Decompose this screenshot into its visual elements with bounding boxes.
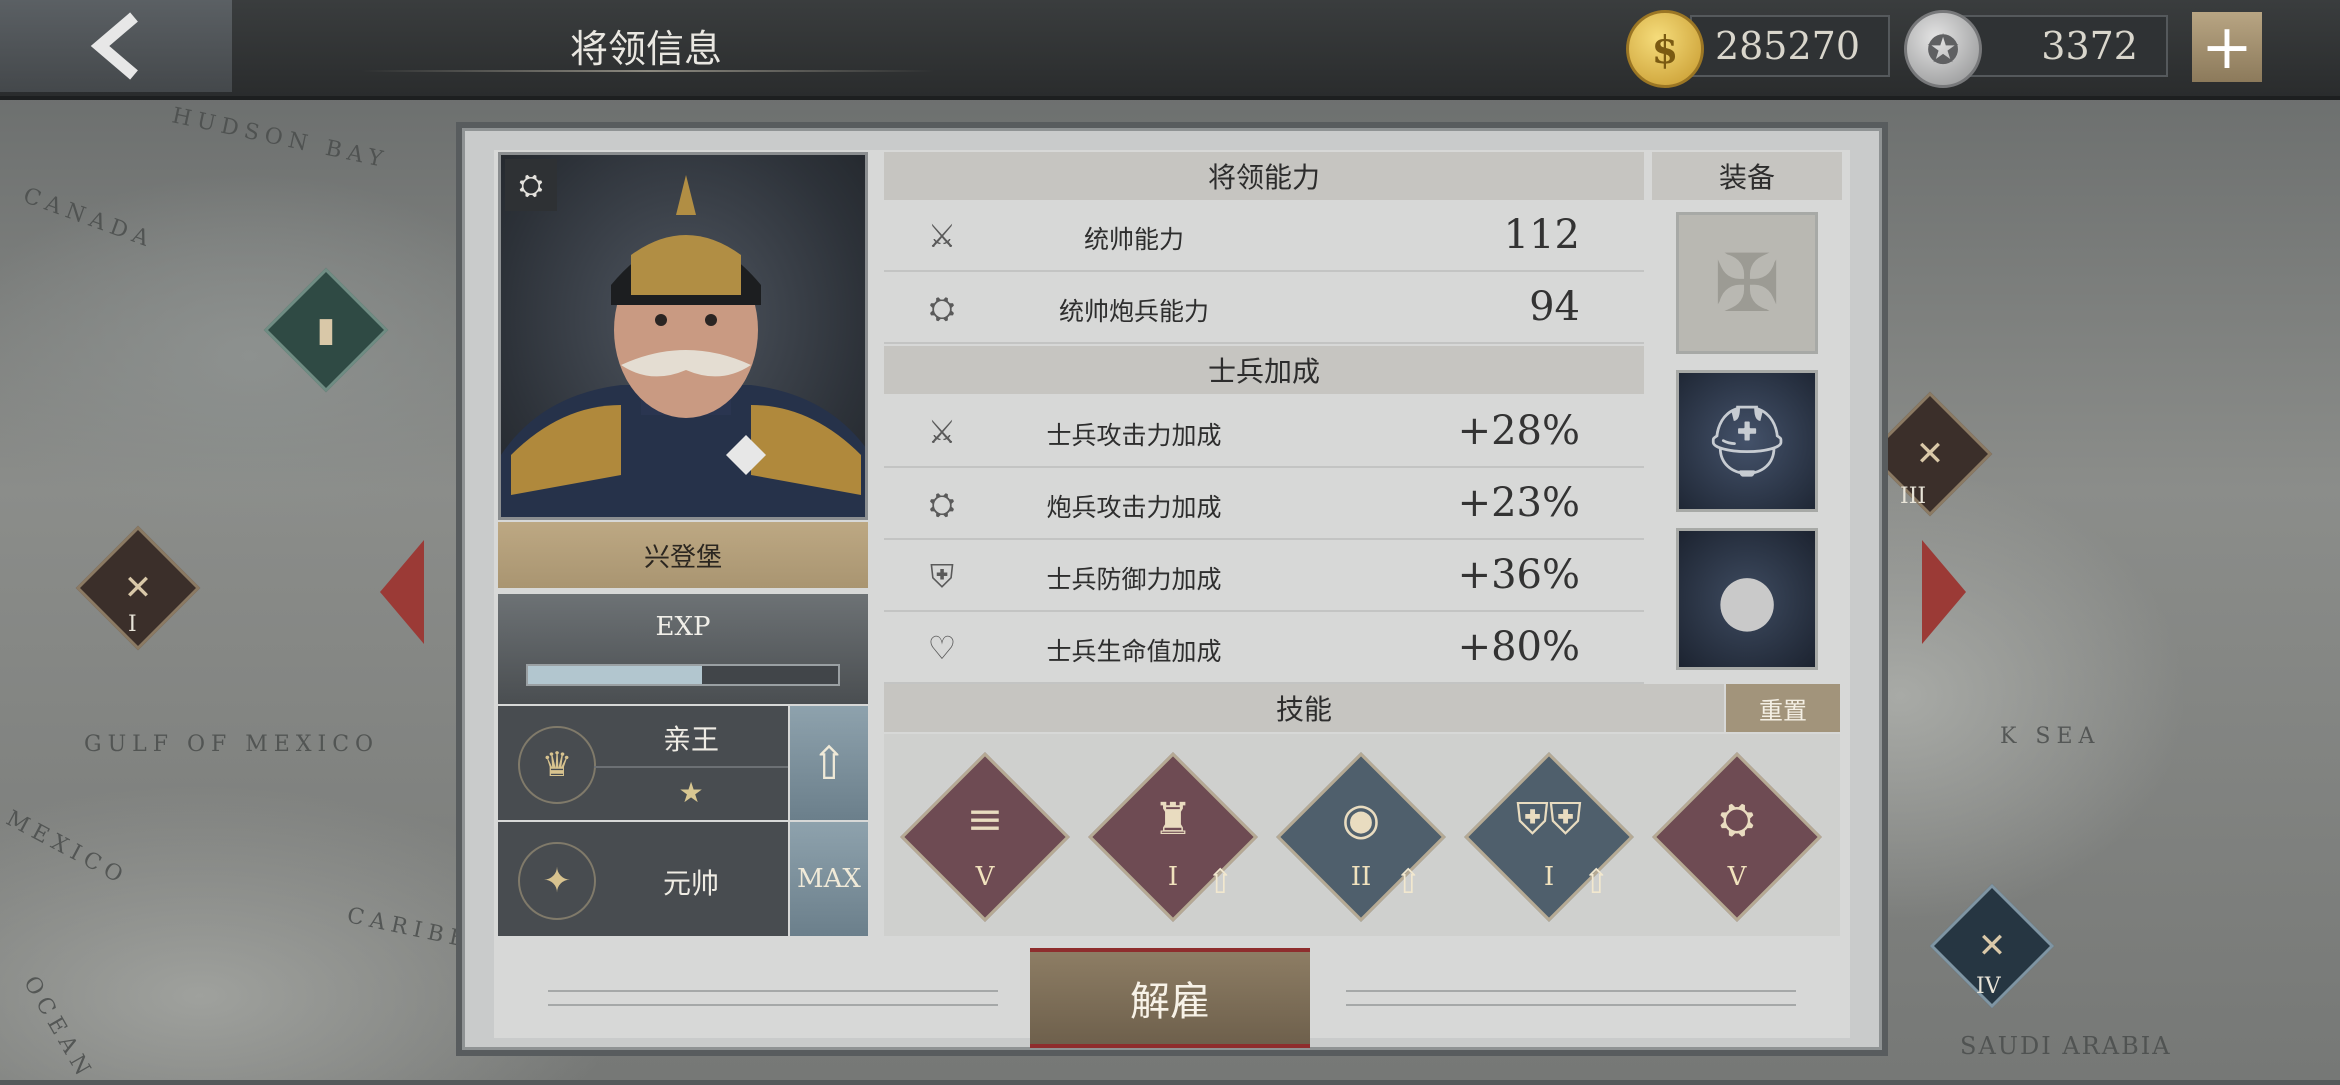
bonus-row: ⚔ 士兵攻击力加成 +28% xyxy=(884,398,1644,468)
gold-coin-icon: $ xyxy=(1626,10,1704,88)
general-portrait: ⛭ xyxy=(498,152,868,520)
bonus-value: +80% xyxy=(1457,624,1580,670)
map-label-saudi-arabia: SAUDI ARABIA xyxy=(1960,1032,2172,1060)
exp-progress-fill xyxy=(528,666,702,684)
marshal-emblem-icon: ✦ xyxy=(518,842,596,920)
ability-value: 94 xyxy=(1529,284,1580,330)
map-label-canada: CANADA xyxy=(19,183,158,254)
cannonball-bucket-icon: ● xyxy=(1716,558,1778,640)
map-label-caribe: CARIBE xyxy=(344,903,474,954)
bonus-row: ♡ 士兵生命值加成 +80% xyxy=(884,614,1644,684)
bonus-name: 士兵生命值加成 xyxy=(1046,637,1222,666)
artillery-type-icon: ⛭ xyxy=(505,159,557,211)
bonus-name: 士兵攻击力加成 xyxy=(1046,421,1222,450)
footer-decoration-right xyxy=(1346,990,1796,1006)
noble-title: 亲王 xyxy=(662,723,719,756)
book-icon: ▮ xyxy=(316,310,336,350)
shields-icon: ⛨⛨ xyxy=(1516,794,1582,845)
ability-name: 统帅炮兵能力 xyxy=(1058,297,1209,326)
map-node-label: IV xyxy=(1976,974,2001,999)
reset-skills-button[interactable]: 重置 xyxy=(1726,684,1840,732)
upgrade-arrow-icon: ⇧ xyxy=(809,736,849,790)
skill-slot[interactable]: ♜ I ⇧ xyxy=(1088,752,1258,922)
swords-plus-icon: ⚔ xyxy=(927,413,957,451)
bonus-value: +36% xyxy=(1457,552,1580,598)
upgrade-arrow-icon: ⇧ xyxy=(1206,862,1235,902)
upgrade-arrow-icon: ⇧ xyxy=(1582,862,1611,902)
shield-plus-icon: ⛨ xyxy=(929,556,954,595)
skills-header: 技能 xyxy=(884,684,1724,732)
shells-icon: ≡ xyxy=(966,794,1004,845)
gold-value: 285270 xyxy=(1714,24,1860,68)
map-node-label: I xyxy=(128,612,137,637)
next-general-arrow[interactable] xyxy=(1922,540,1966,644)
general-name: 兴登堡 xyxy=(498,522,868,588)
experience-panel: EXP xyxy=(498,594,868,704)
bonus-name: 炮兵攻击力加成 xyxy=(1046,493,1222,522)
map-label-gulf: GULF OF MEXICO xyxy=(84,732,380,757)
skill-level: V xyxy=(1727,862,1747,892)
cannon-icon: ⛭ xyxy=(929,288,955,327)
exp-label: EXP xyxy=(655,612,711,642)
heart-plus-icon: ♡ xyxy=(927,629,957,667)
fortress-icon: ♜ xyxy=(1153,794,1193,845)
exp-progress-bar xyxy=(526,664,840,686)
map-label-sea: K SEA xyxy=(2000,724,2101,749)
laurel-cannon-icon: ⛭ xyxy=(1719,794,1755,845)
skill-slot[interactable]: ⛨⛨ I ⇧ xyxy=(1464,752,1634,922)
rank-max-indicator: MAX xyxy=(790,822,868,936)
bonus-row: ⛭ 炮兵攻击力加成 +23% xyxy=(884,470,1644,540)
promote-title-button[interactable]: ⇧ xyxy=(790,706,868,820)
ability-name: 统帅能力 xyxy=(1083,225,1184,254)
gold-balance: 285270 xyxy=(1690,15,1890,77)
ability-row: ⛭ 统帅炮兵能力 94 xyxy=(884,274,1644,344)
bonus-row: ⛨ 士兵防御力加成 +36% xyxy=(884,542,1644,612)
bonus-value: +23% xyxy=(1457,480,1580,526)
helmet-equipment-icon: ⛑ xyxy=(1702,399,1792,482)
upgrade-arrow-icon: ⇧ xyxy=(1394,862,1423,902)
page-title: 将领信息 xyxy=(570,27,723,71)
noble-title-row: ♛ 亲王 ★ xyxy=(498,706,788,820)
back-button[interactable] xyxy=(0,0,232,92)
military-rank-row: ✦ 元帅 xyxy=(498,822,788,936)
equipment-slot-medal[interactable]: ✠ xyxy=(1676,212,1818,354)
map-label-hudson-bay: HUDSON BAY xyxy=(169,103,391,174)
cannon-plus-icon: ⛭ xyxy=(929,484,955,523)
title-underline xyxy=(362,70,934,72)
skill-slot[interactable]: ⛭ V xyxy=(1652,752,1822,922)
crown-emblem-icon: ♛ xyxy=(518,726,596,804)
map-label-mexico: MEXICO xyxy=(1,806,132,891)
abilities-header: 将领能力 xyxy=(884,152,1644,200)
equipment-header: 装备 xyxy=(1652,152,1842,200)
skill-slot[interactable]: ≡ V xyxy=(900,752,1070,922)
crossed-guns-icon: ✕ xyxy=(123,568,153,608)
back-chevron-icon xyxy=(90,12,138,80)
military-rank: 元帅 xyxy=(662,867,719,900)
crossed-guns-icon: ✕ xyxy=(1915,434,1945,474)
skill-slot[interactable]: ◉ II ⇧ xyxy=(1276,752,1446,922)
silver-medal-icon: ✪ xyxy=(1904,10,1982,88)
soldier-bonus-header: 士兵加成 xyxy=(884,346,1644,394)
map-node-label: III xyxy=(1900,484,1927,509)
map-label-ocean: OCEAN xyxy=(18,971,98,1085)
crossed-swords-icon: ⚔ xyxy=(927,217,957,255)
footer-decoration-left xyxy=(548,990,998,1006)
dismiss-general-button[interactable]: 解雇 xyxy=(1030,948,1310,1048)
previous-general-arrow[interactable] xyxy=(380,540,424,644)
medal-cross-icon: ✠ xyxy=(1713,236,1781,330)
bonus-value: +28% xyxy=(1457,408,1580,454)
add-currency-button[interactable]: + xyxy=(2192,12,2262,82)
rank-divider xyxy=(594,766,788,768)
eye-icon: ◉ xyxy=(1341,794,1381,845)
ability-row: ⚔ 统帅能力 112 xyxy=(884,202,1644,272)
skill-level: V xyxy=(975,862,995,892)
ability-value: 112 xyxy=(1503,212,1580,258)
medal-value: 3372 xyxy=(2041,24,2138,68)
top-bar: 将领信息 285270 $ 3372 ✪ + xyxy=(0,0,2340,100)
rank-star-icon: ★ xyxy=(678,776,704,809)
equipment-slot-helmet[interactable]: ⛑ xyxy=(1676,370,1818,512)
equipment-slot-ammo[interactable]: ● xyxy=(1676,528,1818,670)
bonus-name: 士兵防御力加成 xyxy=(1046,565,1222,594)
